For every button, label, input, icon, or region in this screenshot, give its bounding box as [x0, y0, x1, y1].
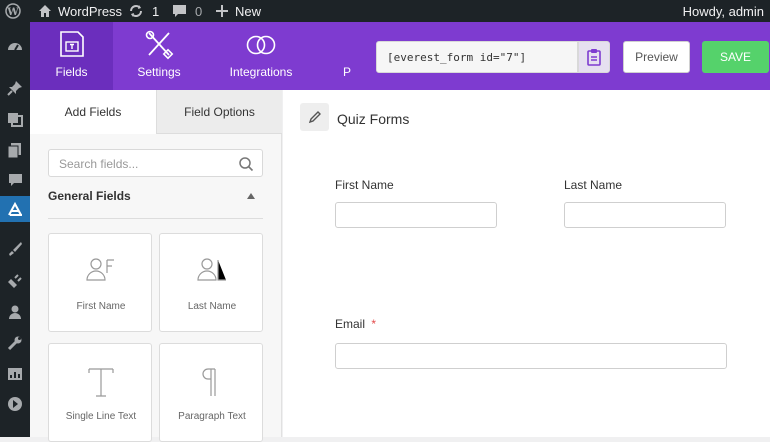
- admin-bar: W WordPress 1 0 New Howdy, admin: [0, 0, 770, 22]
- first-name-icon: [86, 258, 114, 281]
- first-name-label: First Name: [335, 178, 394, 192]
- email-field[interactable]: [335, 343, 727, 369]
- field-card-single-line-text[interactable]: Single Line Text: [48, 343, 152, 442]
- shortcode-field[interactable]: [everest_form id="7"]: [376, 41, 578, 73]
- search-icon: [239, 157, 254, 172]
- comments-link[interactable]: 0: [172, 0, 202, 22]
- home-icon: [39, 5, 51, 17]
- email-label-text: Email: [335, 317, 366, 331]
- fields-panel: Add Fields Field Options Search fields..…: [30, 90, 282, 442]
- greeting: Howdy, admin: [682, 3, 764, 19]
- collapse-caret-icon[interactable]: [247, 193, 255, 199]
- new-label: New: [235, 3, 262, 19]
- updates-link[interactable]: 1: [128, 0, 159, 22]
- field-card-last-name[interactable]: Last Name: [159, 233, 263, 332]
- media-icon[interactable]: [0, 106, 30, 132]
- plugins-icon[interactable]: [0, 268, 30, 294]
- dashboard-icon[interactable]: [0, 34, 30, 60]
- edit-title-button[interactable]: [300, 103, 329, 131]
- search-input[interactable]: Search fields...: [48, 149, 263, 177]
- copy-shortcode-button[interactable]: [578, 41, 610, 73]
- everest-forms-menu-icon[interactable]: [0, 196, 30, 222]
- updates-count: 1: [152, 3, 160, 19]
- svg-text:W: W: [6, 7, 19, 18]
- settings-menu-icon[interactable]: [0, 361, 30, 387]
- integrations-icon: [246, 35, 276, 55]
- pages-icon[interactable]: [0, 137, 30, 163]
- tab-fields[interactable]: Fields: [30, 22, 113, 90]
- plus-icon: [216, 5, 228, 17]
- tab-settings[interactable]: Settings: [113, 22, 205, 90]
- tab-partial-label: P: [343, 65, 352, 79]
- comments-count: 0: [195, 3, 203, 19]
- comment-icon: [173, 5, 186, 17]
- new-content-link[interactable]: New: [216, 0, 261, 22]
- collapse-menu-icon[interactable]: [0, 391, 30, 417]
- last-name-field[interactable]: [564, 202, 726, 228]
- search-placeholder: Search fields...: [59, 157, 139, 171]
- required-mark: *: [371, 317, 377, 331]
- comments-menu-icon[interactable]: [0, 167, 30, 193]
- last-name-icon: [197, 258, 226, 281]
- email-label: Email *: [335, 317, 376, 331]
- my-account-link[interactable]: Howdy, admin: [683, 0, 764, 22]
- paragraph-text-icon: [202, 368, 216, 396]
- admin-sidebar: [0, 22, 30, 437]
- tools-icon[interactable]: [0, 330, 30, 356]
- tab-settings-label: Settings: [137, 65, 181, 79]
- single-line-text-icon: [88, 368, 114, 397]
- settings-tools-icon: [145, 30, 174, 60]
- save-button[interactable]: SAVE: [702, 41, 769, 73]
- tab-integrations-label: Integrations: [229, 65, 293, 79]
- field-card-first-name[interactable]: First Name: [48, 233, 152, 332]
- preview-button[interactable]: Preview: [623, 41, 690, 73]
- tab-field-options[interactable]: Field Options: [156, 90, 282, 134]
- field-card-label: Last Name: [187, 301, 237, 312]
- site-name-link[interactable]: WordPress: [38, 0, 122, 22]
- pencil-icon: [308, 111, 321, 124]
- tab-fields-label: Fields: [55, 65, 88, 79]
- clipboard-icon: [587, 49, 601, 66]
- tab-add-fields[interactable]: Add Fields: [30, 90, 156, 134]
- wordpress-logo-icon[interactable]: W: [5, 0, 21, 22]
- form-title: Quiz Forms: [337, 111, 410, 127]
- updates-icon: [130, 5, 142, 17]
- first-name-field[interactable]: [335, 202, 497, 228]
- field-card-paragraph-text[interactable]: Paragraph Text: [159, 343, 263, 442]
- divider: [48, 218, 263, 219]
- tab-integrations[interactable]: Integrations: [205, 22, 317, 90]
- appearance-icon[interactable]: [0, 236, 30, 262]
- fields-icon: [59, 31, 84, 57]
- field-card-label: Paragraph Text: [178, 411, 246, 422]
- form-canvas: Quiz Forms First Name Last Name Email *: [283, 90, 770, 437]
- users-icon[interactable]: [0, 299, 30, 325]
- last-name-label: Last Name: [564, 178, 623, 192]
- field-card-label: Single Line Text: [65, 411, 137, 422]
- section-title: General Fields: [48, 189, 131, 203]
- field-card-label: First Name: [76, 301, 126, 312]
- posts-pin-icon[interactable]: [0, 75, 30, 101]
- tab-partial[interactable]: P: [317, 22, 377, 90]
- site-name: WordPress: [58, 3, 123, 19]
